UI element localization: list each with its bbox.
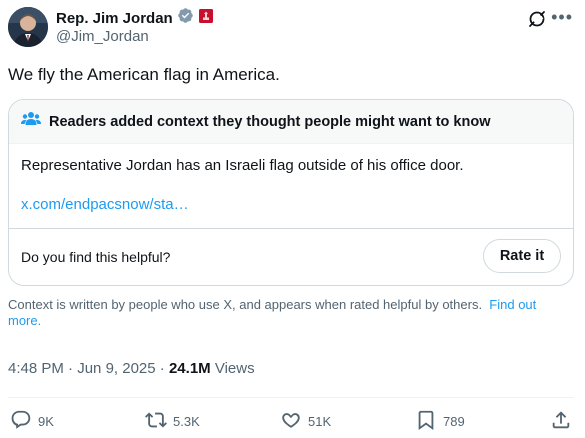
reply-icon bbox=[10, 409, 32, 434]
helpful-question: Do you find this helpful? bbox=[21, 249, 171, 265]
author-handle[interactable]: @Jim_Jordan bbox=[56, 28, 149, 45]
author-name[interactable]: Rep. Jim Jordan bbox=[56, 10, 173, 27]
views-label: Views bbox=[214, 360, 255, 377]
heart-icon bbox=[280, 409, 302, 434]
verified-badge-icon[interactable] bbox=[177, 7, 194, 29]
like-button[interactable]: 51K bbox=[280, 407, 331, 435]
more-options-icon[interactable]: ••• bbox=[551, 7, 573, 27]
context-footer: Context is written by people who use X, … bbox=[8, 297, 568, 329]
tweet-header: Rep. Jim Jordan @Jim_Jordan ••• bbox=[8, 7, 577, 49]
repost-button[interactable]: 5.3K bbox=[145, 407, 200, 435]
bookmark-button[interactable]: 789 bbox=[415, 407, 465, 435]
avatar[interactable] bbox=[8, 7, 48, 47]
views-count: 24.1M bbox=[168, 360, 211, 377]
share-button[interactable] bbox=[550, 407, 572, 435]
grok-icon[interactable] bbox=[527, 9, 547, 29]
bookmark-count: 789 bbox=[443, 413, 465, 429]
bookmark-icon bbox=[415, 409, 437, 434]
reply-button[interactable]: 9K bbox=[10, 407, 54, 435]
tweet-date[interactable]: Jun 9, 2025 bbox=[77, 360, 155, 377]
community-note: Readers added context they thought peopl… bbox=[8, 99, 574, 286]
context-footer-text: Context is written by people who use X, … bbox=[8, 297, 483, 312]
community-note-text: Representative Jordan has an Israeli fla… bbox=[21, 157, 464, 174]
congress-seal-icon bbox=[198, 8, 214, 29]
share-icon bbox=[550, 409, 572, 434]
repost-icon bbox=[145, 409, 167, 434]
reply-count: 9K bbox=[38, 413, 54, 429]
tweet-meta: 4:48 PM · Jun 9, 2025 · 24.1M Views bbox=[8, 360, 255, 377]
divider bbox=[9, 228, 573, 229]
action-bar: 9K 5.3K 51K 789 bbox=[8, 407, 574, 435]
tweet-time[interactable]: 4:48 PM bbox=[8, 360, 64, 377]
community-note-link[interactable]: x.com/endpacsnow/sta… bbox=[21, 196, 561, 213]
repost-count: 5.3K bbox=[173, 413, 200, 429]
people-icon bbox=[21, 110, 41, 133]
tweet-text: We fly the American flag in America. bbox=[8, 65, 280, 84]
community-note-title: Readers added context they thought peopl… bbox=[49, 113, 491, 130]
community-note-header: Readers added context they thought peopl… bbox=[9, 100, 573, 144]
rate-it-button[interactable]: Rate it bbox=[483, 239, 561, 273]
divider bbox=[8, 397, 574, 398]
like-count: 51K bbox=[308, 413, 332, 429]
